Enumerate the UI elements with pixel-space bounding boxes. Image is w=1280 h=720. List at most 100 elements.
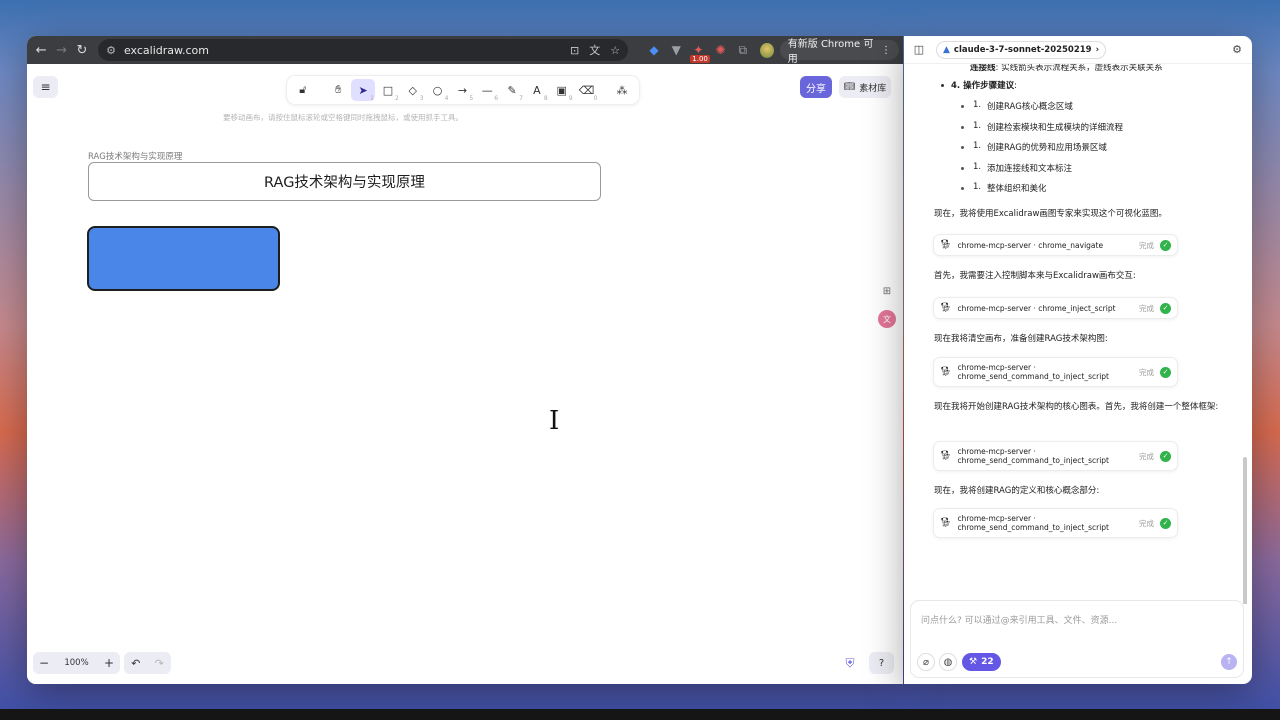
sidebar-toggle-icon[interactable]: ◫ [910, 41, 928, 59]
attach-icon[interactable]: ⌀ [917, 653, 935, 671]
bookmark-star-icon[interactable]: ☆ [610, 44, 620, 57]
translate-icon[interactable]: 文 [589, 42, 600, 58]
extension-diamond-icon[interactable]: ◆ [643, 39, 665, 61]
kebab-menu-icon[interactable]: ⋮ [881, 45, 891, 56]
extension-vue-icon[interactable]: ▼ [665, 39, 687, 61]
model-selector[interactable]: ▲ claude-3-7-sonnet-20250219 › [936, 40, 1107, 59]
bullet-dot [961, 105, 964, 108]
chat-scrollbar[interactable] [1243, 457, 1247, 604]
help-button[interactable]: ? [869, 652, 894, 674]
diamond-icon: ◇ [408, 83, 417, 97]
desktop-edge [0, 709, 1280, 720]
shield-icon[interactable]: ⛨ [842, 655, 858, 671]
circle-icon: ○ [432, 83, 443, 97]
help-icon: ? [878, 657, 885, 669]
redo-icon[interactable]: ↷ [155, 657, 164, 670]
zoom-in-button[interactable]: + [104, 656, 114, 670]
back-icon[interactable]: ← [31, 39, 51, 61]
shortcut-key: 5 [469, 95, 474, 102]
extensions-puzzle-icon[interactable]: ⧉ [732, 39, 754, 61]
toolbar-divider [316, 79, 325, 101]
reload-icon[interactable]: ↻ [72, 39, 92, 61]
mcp-tools-button[interactable]: ⚒ 22 [962, 653, 1001, 671]
assistant-message: 现在我将开始创建RAG技术架构的核心图表。首先，我将创建一个整体框架: [934, 402, 1219, 412]
forward-icon[interactable]: → [51, 39, 71, 61]
selection-tool[interactable]: ➤ 1 [351, 79, 375, 102]
step-text: 添加连接线和文本标注 [987, 164, 1073, 174]
shortcut-key: 2 [394, 95, 399, 102]
zoom-level[interactable]: 100% [64, 658, 88, 668]
section-colon: : [1014, 81, 1017, 91]
translate-bubble-icon[interactable]: 文 [878, 310, 896, 328]
add-grid-icon[interactable]: ⊞ [878, 282, 896, 300]
tool-call-name: chrome-mcp-server · chrome_send_command_… [957, 363, 1109, 381]
title-rectangle[interactable]: RAG技术架构与实现原理 [88, 162, 601, 201]
tool-call-card[interactable]: 🐕︎ chrome-mcp-server · chrome_inject_scr… [933, 297, 1178, 319]
shapes-icon: ⁂ [616, 83, 628, 97]
ellipse-tool[interactable]: ○ 4 [426, 79, 450, 103]
cut-off-line: 连接线: 实线箭头表示流程关系，虚线表示关联关系 [970, 64, 1163, 73]
send-button[interactable]: ↑ [1221, 654, 1237, 670]
tool-call-status: 完成 [1139, 518, 1154, 528]
arrow-tool[interactable]: → 5 [451, 79, 475, 103]
lock-tool[interactable]: 🔓︎ [291, 79, 315, 101]
check-icon: ✓ [1160, 517, 1171, 529]
assistant-side-panel: ◫ ▲ claude-3-7-sonnet-20250219 › ⚙ 连接线: … [904, 36, 1252, 684]
tool-call-name: chrome-mcp-server · chrome_inject_script [957, 303, 1116, 313]
line-tool[interactable]: —6 [475, 79, 499, 103]
tool-call-card[interactable]: 🐕︎ chrome-mcp-server · chrome_send_comma… [933, 508, 1178, 538]
bullet-dot [961, 167, 964, 170]
assistant-message: 现在，我将创建RAG的定义和核心概念部分: [934, 486, 1100, 496]
chat-transcript[interactable]: 连接线: 实线箭头表示流程关系，虚线表示关联关系 4. 操作步骤建议: 1. 创… [904, 64, 1248, 604]
install-app-icon[interactable]: ⊡ [570, 44, 579, 57]
lock-icon: 🔓︎ [299, 83, 307, 96]
tool-call-card[interactable]: 🐕︎ chrome-mcp-server · chrome_send_comma… [933, 441, 1178, 471]
url-text: excalidraw.com [123, 43, 209, 57]
rectangle-tool[interactable]: □ 2 [376, 79, 400, 103]
tool-call-card[interactable]: 🐕︎ chrome-mcp-server · chrome_navigate 完… [933, 234, 1178, 256]
library-label: 素材库 [859, 83, 887, 94]
address-bar[interactable]: ⚙ excalidraw.com ⊡ 文 ☆ [98, 39, 629, 61]
diamond-tool[interactable]: ◇ 3 [401, 79, 425, 103]
assistant-message: 首先，我需要注入控制脚本来与Excalidraw画布交互: [934, 271, 1136, 281]
square-icon: □ [382, 83, 394, 97]
frame-label[interactable]: RAG技术架构与实现原理 [88, 150, 182, 162]
book-icon: 📖︎ [843, 82, 856, 92]
blue-rectangle[interactable] [87, 226, 280, 291]
globe-icon[interactable]: ◍ [939, 653, 957, 671]
excalidraw-canvas[interactable]: ≡ 🔓︎ ✋︎ ➤ 1 □ 2 ◇ 3 ○ 4 → 5 —6 ✎ 7 A8 ▣ 9 ⌫ 0 ⁂ … [27, 64, 903, 684]
main-menu-button[interactable]: ≡ [33, 76, 58, 98]
shortcut-key: 9 [568, 95, 573, 102]
cut-line-bold: 连接线 [970, 64, 996, 73]
title-text: RAG技术架构与实现原理 [264, 175, 425, 191]
site-info-icon[interactable]: ⚙ [106, 44, 116, 57]
text-icon: A [533, 83, 541, 97]
canvas-hint: 要移动画布，请按住鼠标滚轮或空格键同时拖拽鼠标，或使用抓手工具。 [223, 113, 463, 122]
image-tool[interactable]: ▣ 9 [550, 79, 574, 103]
undo-icon[interactable]: ↶ [131, 657, 140, 670]
share-button[interactable]: 分享 [800, 76, 832, 98]
extension-bug-icon[interactable]: ✺ [709, 39, 731, 61]
shortcut-key: 8 [543, 95, 548, 102]
chrome-update-button[interactable]: 有新版 Chrome 可用 ⋮ [779, 39, 899, 65]
settings-icon[interactable]: ⚙ [1228, 41, 1246, 59]
tool-call-card[interactable]: 🐕︎ chrome-mcp-server · chrome_send_comma… [933, 357, 1178, 387]
library-button[interactable]: 📖︎ 素材库 [839, 76, 891, 98]
extra-tools[interactable]: ⁂ [610, 79, 634, 101]
profile-avatar[interactable] [759, 42, 774, 58]
hand-tool[interactable]: ✋︎ [326, 79, 350, 101]
dog-icon: 🐕︎ [940, 240, 952, 250]
zoom-out-button[interactable]: − [39, 656, 49, 670]
cut-line-rest: : 实线箭头表示流程关系，虚线表示关联关系 [995, 64, 1163, 73]
input-placeholder[interactable]: 问点什么? 可以通过@来引用工具、文件、资源... [921, 613, 1117, 626]
text-tool[interactable]: A8 [525, 79, 549, 103]
tools-count: 22 [981, 657, 994, 667]
section-heading: 4. 操作步骤建议: [951, 79, 1017, 91]
extension-badge-icon[interactable]: ✦ 1.00 [687, 39, 710, 63]
eraser-tool[interactable]: ⌫ 0 [575, 79, 599, 103]
message-composer[interactable]: 问点什么? 可以通过@来引用工具、文件、资源... ⌀ ◍ ⚒ 22 ↑ [910, 600, 1244, 678]
draw-tool[interactable]: ✎ 7 [500, 79, 524, 103]
tool-call-name: chrome-mcp-server · chrome_navigate [957, 240, 1104, 250]
shortcut-key: 3 [419, 95, 424, 102]
shapes-toolbar: 🔓︎ ✋︎ ➤ 1 □ 2 ◇ 3 ○ 4 → 5 —6 ✎ 7 A8 ▣ 9 ⌫ 0 ⁂ [287, 76, 639, 104]
